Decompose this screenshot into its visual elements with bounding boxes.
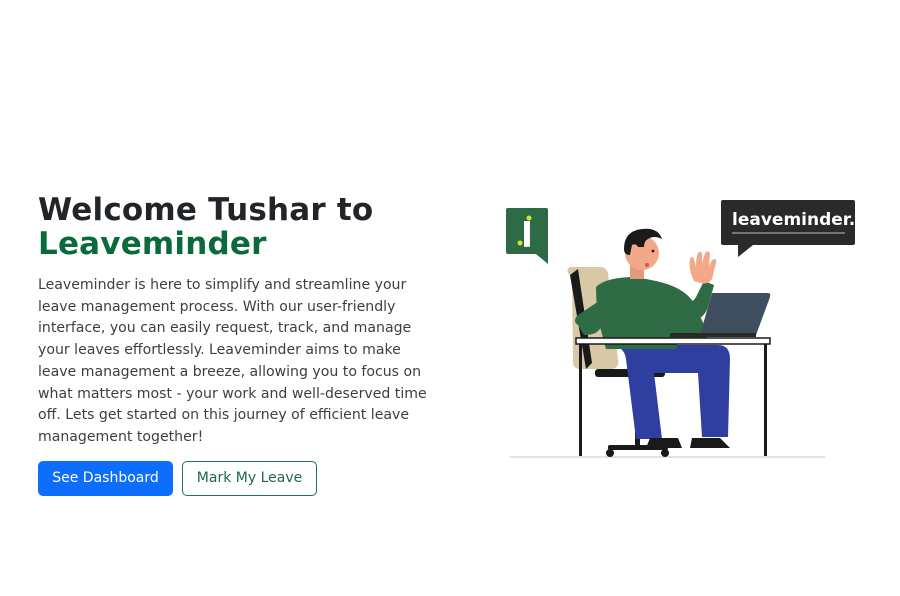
svg-text:l: l bbox=[521, 216, 533, 256]
hero-text: Welcome Tushar to Leaveminder Leaveminde… bbox=[38, 193, 438, 496]
hero-description: Leaveminder is here to simplify and stre… bbox=[38, 277, 427, 445]
page-title: Welcome Tushar to Leaveminder bbox=[38, 193, 438, 261]
app-icon-bubble: l bbox=[506, 208, 548, 264]
title-welcome: Welcome Tushar to bbox=[38, 192, 374, 228]
desk-leg-right bbox=[764, 343, 767, 456]
desk-top bbox=[575, 337, 771, 345]
logo-text: leaveminder. bbox=[732, 210, 855, 230]
title-brand: Leaveminder bbox=[38, 226, 267, 262]
hero-buttons: See Dashboard Mark My Leave bbox=[38, 460, 438, 496]
see-dashboard-button[interactable]: See Dashboard bbox=[38, 460, 173, 496]
hero-illustration: l leaveminder. bbox=[506, 200, 855, 458]
mark-my-leave-button[interactable]: Mark My Leave bbox=[182, 460, 317, 496]
desk-leg-left bbox=[579, 343, 582, 456]
logo-bubble: leaveminder. bbox=[721, 200, 855, 257]
